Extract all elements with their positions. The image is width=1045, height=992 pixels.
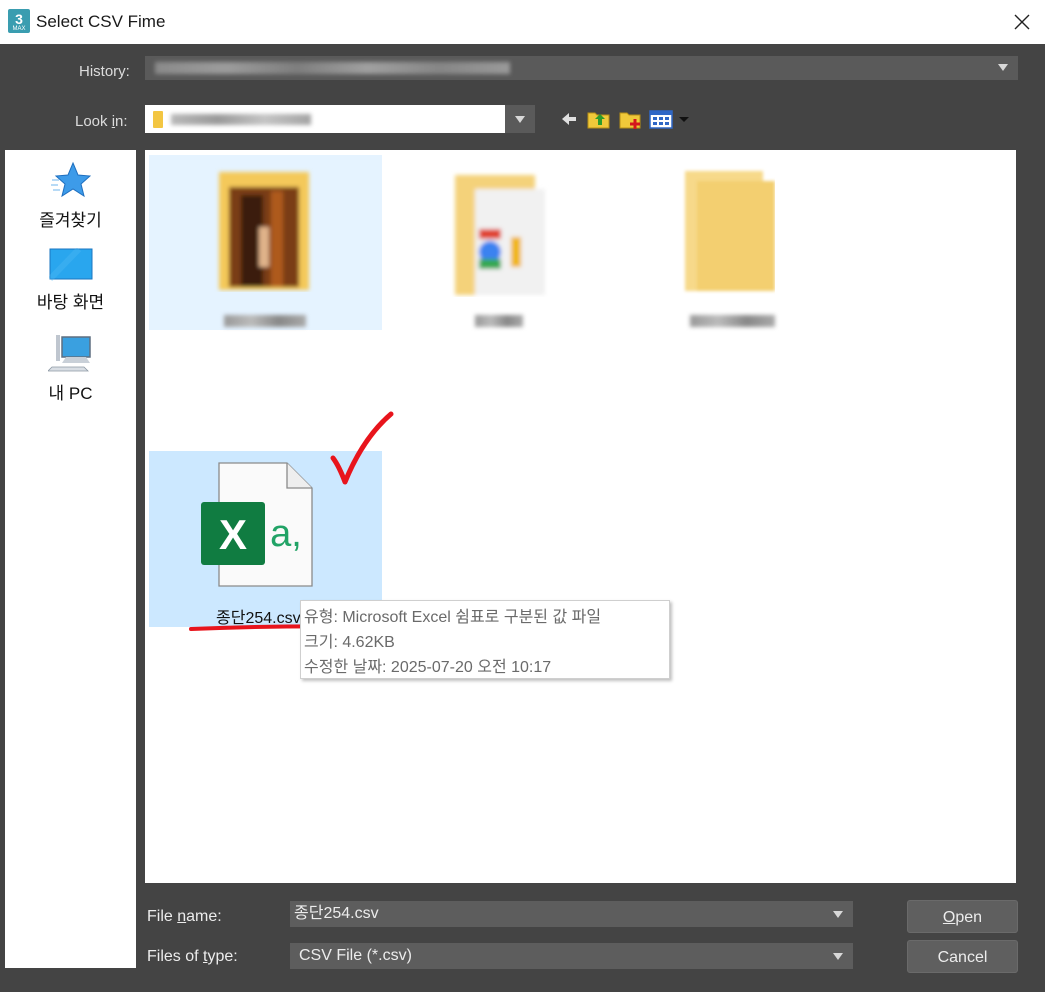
lookin-label: Look in: (75, 113, 128, 130)
folder-icon (455, 175, 545, 295)
sidebar-item-favorites[interactable]: 즐겨찾기 (5, 160, 136, 231)
filename-label-post: ame: (186, 908, 222, 925)
filename-label: File name: (147, 908, 222, 926)
filename-dropdown-arrow-icon[interactable] (833, 911, 843, 918)
filename-label-acc: n (177, 908, 187, 925)
places-sidebar: 즐겨찾기 바탕 화면 내 PC (5, 150, 136, 968)
history-combo[interactable] (145, 56, 1018, 80)
app-icon: 3 MAX (8, 9, 30, 33)
red-checkmark-annotation (330, 411, 394, 485)
star-icon (50, 161, 91, 198)
excel-csv-icon: X a, (201, 462, 313, 587)
window-title: Select CSV Fime (36, 12, 166, 31)
tooltip-date: 수정한 날짜: 2025-07-20 오전 10:17 (304, 659, 552, 676)
svg-text:X: X (219, 511, 247, 558)
file-info-tooltip: 유형: Microsoft Excel 쉼표로 구분된 값 파일 크기: 4.6… (300, 600, 670, 679)
svg-text:a,: a, (270, 513, 302, 555)
back-arrow-icon[interactable] (560, 107, 578, 131)
sidebar-item-label: 바탕 화면 (36, 293, 105, 312)
filetype-dropdown-arrow-icon[interactable] (833, 953, 843, 960)
sidebar-item-desktop[interactable]: 바탕 화면 (5, 248, 136, 313)
title-bar: 3 MAX Select CSV Fime (0, 0, 1045, 44)
sidebar-item-label: 즐겨찾기 (39, 211, 102, 230)
close-button[interactable] (999, 0, 1045, 44)
filetype-label: Files of type: (147, 948, 238, 966)
app-icon-sub: MAX (12, 26, 26, 32)
folder-icon (219, 172, 309, 290)
lookin-label-post: n: (115, 113, 128, 130)
sidebar-item-label: 내 PC (48, 384, 93, 403)
history-path-blurred (155, 62, 510, 74)
folder-name-blurred (475, 315, 523, 327)
filetype-label-pre: Files of (147, 948, 204, 965)
cancel-button[interactable]: Cancel (907, 940, 1018, 973)
open-button-acc: O (942, 909, 956, 926)
folder-item-3[interactable] (655, 155, 888, 330)
close-icon (1014, 14, 1030, 30)
desktop-icon (48, 248, 92, 282)
folder-item-1[interactable] (149, 155, 382, 330)
app-icon-number: 3 (15, 11, 23, 27)
lookin-path-blurred (171, 114, 311, 125)
tooltip-size: 크기: 4.62KB (304, 634, 395, 651)
tooltip-type: 유형: Microsoft Excel 쉼표로 구분된 값 파일 (304, 609, 602, 626)
history-dropdown-arrow-icon[interactable] (998, 64, 1008, 71)
new-folder-icon[interactable] (618, 107, 644, 131)
folder-name-blurred (224, 315, 306, 327)
lookin-dropdown-arrow-icon (515, 116, 525, 123)
lookin-label-pre: Look (75, 113, 112, 130)
history-label: History: (79, 63, 130, 80)
folder-name-blurred (690, 315, 775, 327)
filetype-select[interactable]: CSV File (*.csv) (290, 943, 853, 969)
folder-icon (685, 171, 775, 291)
folder-item-2[interactable] (430, 155, 663, 330)
file-list-pane[interactable]: X a, 종단254.csv 유형: Microsoft Excel 쉼표로 구… (145, 150, 1016, 883)
computer-icon (47, 335, 91, 372)
folder-icon (153, 111, 163, 128)
filename-input[interactable]: 종단254.csv (290, 901, 853, 927)
open-button[interactable]: Open (907, 900, 1018, 933)
lookin-dropdown-button[interactable] (505, 105, 535, 133)
filename-value: 종단254.csv (294, 905, 379, 922)
filetype-value: CSV File (*.csv) (299, 947, 412, 964)
view-menu-icon[interactable] (649, 107, 693, 131)
up-folder-icon[interactable] (586, 107, 612, 131)
open-button-rest: pen (955, 909, 983, 926)
sidebar-item-thispc[interactable]: 내 PC (5, 333, 136, 404)
filename-label-pre: File (147, 908, 178, 925)
lookin-combo[interactable] (145, 105, 505, 133)
filetype-label-post: ype: (207, 948, 238, 965)
